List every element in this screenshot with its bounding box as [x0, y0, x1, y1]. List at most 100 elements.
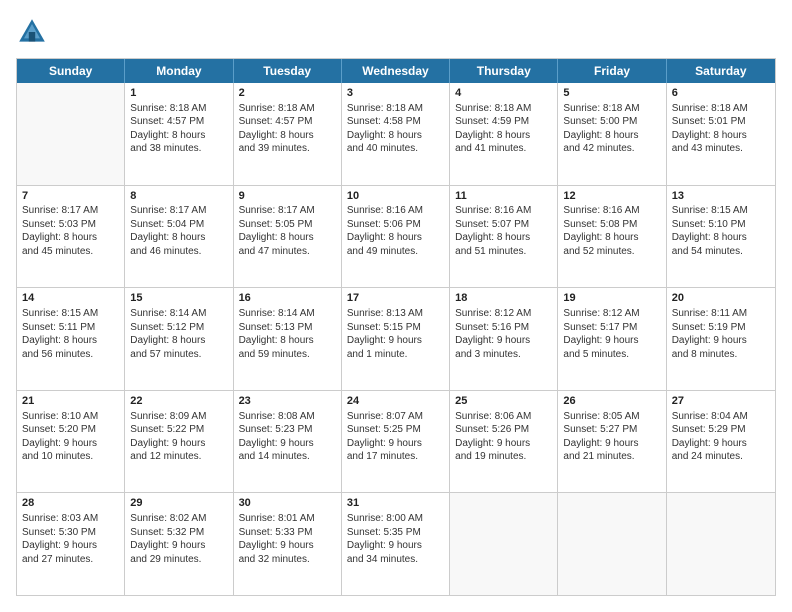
day-number: 8	[130, 189, 227, 204]
day-number: 20	[672, 291, 770, 306]
calendar-body: 1 Sunrise: 8:18 AM Sunset: 4:57 PM Daylight…	[17, 83, 775, 595]
day-number: 30	[239, 496, 336, 511]
calendar-day-13: 13Sunrise: 8:15 AMSunset: 5:10 PMDayligh…	[667, 186, 775, 288]
day-info-line: and 49 minutes.	[347, 245, 444, 259]
day-info-line: Sunset: 5:32 PM	[130, 526, 227, 540]
day-info-line: Sunset: 5:35 PM	[347, 526, 444, 540]
day-info-line: Daylight: 8 hours	[563, 129, 660, 143]
header-cell-sunday: Sunday	[17, 59, 125, 83]
calendar-day-5: 5Sunrise: 8:18 AMSunset: 5:00 PMDaylight…	[558, 83, 666, 185]
day-number: 2	[239, 86, 336, 101]
day-info-line: Sunset: 5:04 PM	[130, 218, 227, 232]
day-info-line: Sunset: 5:05 PM	[239, 218, 336, 232]
day-info-line: Daylight: 8 hours	[130, 334, 227, 348]
day-number: 28	[22, 496, 119, 511]
day-info-line: Sunset: 5:22 PM	[130, 423, 227, 437]
day-info-line: Daylight: 9 hours	[347, 437, 444, 451]
day-number: 1	[130, 86, 227, 101]
day-info-line: and 29 minutes.	[130, 553, 227, 567]
calendar-day-23: 23Sunrise: 8:08 AMSunset: 5:23 PMDayligh…	[234, 391, 342, 493]
day-info-line: and 19 minutes.	[455, 450, 552, 464]
day-info-line: and 3 minutes.	[455, 348, 552, 362]
day-info-line: Sunrise: 8:02 AM	[130, 512, 227, 526]
day-number: 23	[239, 394, 336, 409]
calendar-day-12: 12Sunrise: 8:16 AMSunset: 5:08 PMDayligh…	[558, 186, 666, 288]
header-cell-thursday: Thursday	[450, 59, 558, 83]
day-info-line: Daylight: 9 hours	[347, 539, 444, 553]
day-number: 14	[22, 291, 119, 306]
day-info-line: Sunset: 5:16 PM	[455, 321, 552, 335]
day-number: 11	[455, 189, 552, 204]
day-number: 24	[347, 394, 444, 409]
day-info-line: Sunrise: 8:17 AM	[130, 204, 227, 218]
day-info-line: Sunset: 5:25 PM	[347, 423, 444, 437]
header-cell-friday: Friday	[558, 59, 666, 83]
day-info-line: Sunrise: 8:15 AM	[22, 307, 119, 321]
day-info-line: Sunrise: 8:01 AM	[239, 512, 336, 526]
day-info-line: Daylight: 9 hours	[672, 437, 770, 451]
day-info-line: and 46 minutes.	[130, 245, 227, 259]
calendar-day-8: 8Sunrise: 8:17 AMSunset: 5:04 PMDaylight…	[125, 186, 233, 288]
calendar-day-31: 31Sunrise: 8:00 AMSunset: 5:35 PMDayligh…	[342, 493, 450, 595]
day-info-line: Daylight: 8 hours	[672, 129, 770, 143]
day-info-line: Daylight: 8 hours	[347, 231, 444, 245]
calendar-day-1: 1Sunrise: 8:18 AMSunset: 4:57 PMDaylight…	[125, 83, 233, 185]
day-info-line: Sunset: 5:19 PM	[672, 321, 770, 335]
header-cell-tuesday: Tuesday	[234, 59, 342, 83]
day-number: 5	[563, 86, 660, 101]
day-info-line: and 24 minutes.	[672, 450, 770, 464]
day-info-line: Sunrise: 8:00 AM	[347, 512, 444, 526]
calendar-day-16: 16Sunrise: 8:14 AMSunset: 5:13 PMDayligh…	[234, 288, 342, 390]
day-number: 4	[455, 86, 552, 101]
day-info-line: Daylight: 9 hours	[130, 437, 227, 451]
day-info-line: and 51 minutes.	[455, 245, 552, 259]
day-info-line: Sunrise: 8:10 AM	[22, 410, 119, 424]
day-info-line: Daylight: 8 hours	[455, 129, 552, 143]
header	[16, 16, 776, 48]
day-info-line: Sunset: 5:30 PM	[22, 526, 119, 540]
day-info-line: Sunrise: 8:14 AM	[130, 307, 227, 321]
day-info-line: Sunrise: 8:05 AM	[563, 410, 660, 424]
day-info-line: Sunset: 5:20 PM	[22, 423, 119, 437]
calendar-day-25: 25Sunrise: 8:06 AMSunset: 5:26 PMDayligh…	[450, 391, 558, 493]
calendar-week-1: 1 Sunrise: 8:18 AM Sunset: 4:57 PM Daylight…	[17, 83, 775, 186]
day-info-line: and 43 minutes.	[672, 142, 770, 156]
calendar-day-22: 22Sunrise: 8:09 AMSunset: 5:22 PMDayligh…	[125, 391, 233, 493]
day-info-line: Sunrise: 8:16 AM	[347, 204, 444, 218]
day-number: 10	[347, 189, 444, 204]
calendar-day-29: 29Sunrise: 8:02 AMSunset: 5:32 PMDayligh…	[125, 493, 233, 595]
day-number: 12	[563, 189, 660, 204]
day-number: 17	[347, 291, 444, 306]
day-info-line: Daylight: 9 hours	[672, 334, 770, 348]
day-info-line: and 5 minutes.	[563, 348, 660, 362]
day-info-line: Sunrise: 8:18 AM	[672, 102, 770, 116]
calendar-week-5: 28Sunrise: 8:03 AMSunset: 5:30 PMDayligh…	[17, 493, 775, 595]
day-info-line: Sunrise: 8:06 AM	[455, 410, 552, 424]
day-info-line: Sunset: 4:57 PM	[239, 115, 336, 129]
day-info-line: Sunset: 5:23 PM	[239, 423, 336, 437]
day-info-line: Daylight: 9 hours	[563, 437, 660, 451]
calendar-day-empty	[667, 493, 775, 595]
day-number: 16	[239, 291, 336, 306]
calendar-day-19: 19Sunrise: 8:12 AMSunset: 5:17 PMDayligh…	[558, 288, 666, 390]
page: SundayMondayTuesdayWednesdayThursdayFrid…	[0, 0, 792, 612]
day-info-line: Sunrise: 8:17 AM	[239, 204, 336, 218]
day-info-line: Sunset: 5:33 PM	[239, 526, 336, 540]
day-number: 29	[130, 496, 227, 511]
day-info-line: Daylight: 9 hours	[455, 437, 552, 451]
day-info-line: Sunrise: 8:18 AM	[563, 102, 660, 116]
day-info-line: and 42 minutes.	[563, 142, 660, 156]
day-info-line: Daylight: 9 hours	[455, 334, 552, 348]
day-info-line: Sunset: 5:07 PM	[455, 218, 552, 232]
calendar-day-7: 7Sunrise: 8:17 AMSunset: 5:03 PMDaylight…	[17, 186, 125, 288]
day-info-line: Sunset: 5:12 PM	[130, 321, 227, 335]
day-number: 15	[130, 291, 227, 306]
calendar-week-3: 14Sunrise: 8:15 AMSunset: 5:11 PMDayligh…	[17, 288, 775, 391]
calendar-day-2: 2Sunrise: 8:18 AMSunset: 4:57 PMDaylight…	[234, 83, 342, 185]
day-info-line: Daylight: 8 hours	[672, 231, 770, 245]
day-info-line: Sunset: 5:13 PM	[239, 321, 336, 335]
day-info-line: Daylight: 9 hours	[347, 334, 444, 348]
day-number: 25	[455, 394, 552, 409]
day-info-line: Daylight: 8 hours	[563, 231, 660, 245]
calendar-day-24: 24Sunrise: 8:07 AMSunset: 5:25 PMDayligh…	[342, 391, 450, 493]
